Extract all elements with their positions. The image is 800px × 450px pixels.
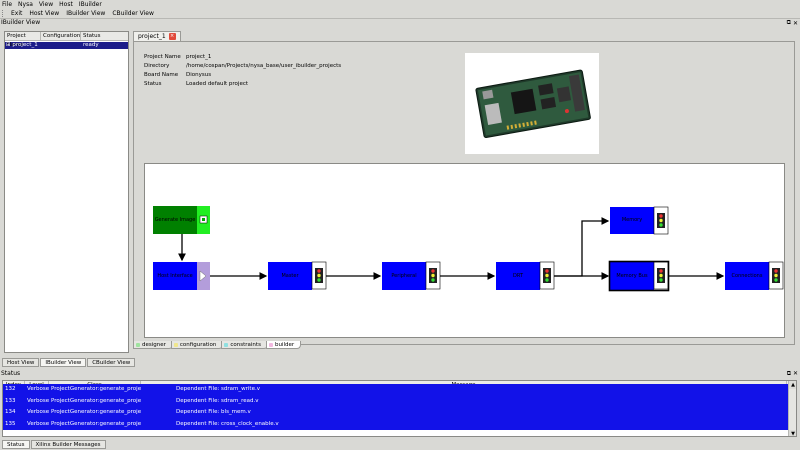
log-row[interactable]: 132 Verbose ProjectGenerator:generate_pr… <box>3 384 796 396</box>
info-key: Status <box>144 81 162 87</box>
log-index: 132 <box>5 386 16 392</box>
info-value: /home/cospan/Projects/nysa_base/user_ibu… <box>186 63 342 69</box>
log-index: 133 <box>5 397 16 404</box>
info-value: Loaded default project <box>186 81 249 87</box>
tab-host-view[interactable]: Host View <box>2 358 40 367</box>
main-tab-strip: project_1 × <box>133 31 181 41</box>
info-key: Directory <box>144 63 170 69</box>
tab-status[interactable]: Status <box>2 440 30 449</box>
configuration-icon <box>173 343 178 347</box>
log-class: ProjectGenerator:generate_project: <box>51 409 141 415</box>
designer-icon <box>136 343 140 347</box>
column-project-name[interactable]: Project Name <box>5 32 41 48</box>
project-configuration <box>41 42 81 49</box>
log-level: Verbose <box>27 409 49 415</box>
toolbar: Exit Host View IBuilder View CBuilder Vi… <box>0 9 800 19</box>
view-tabs: Host View IBuilder View CBuilder View <box>2 358 136 367</box>
host-interface-label[interactable]: Host Interface <box>153 262 197 290</box>
project-tabs: designer configuration constraints build… <box>133 341 302 349</box>
log-message: Dependent File: sdram_read.v <box>176 397 259 404</box>
scroll-down-icon[interactable]: ▼ <box>789 430 796 436</box>
generate-image-label[interactable]: Generate Image <box>153 206 197 234</box>
menu-nysa[interactable]: Nysa <box>18 1 33 8</box>
board-image <box>465 53 599 154</box>
info-value: Dionysus <box>186 72 212 78</box>
dock-title: IBuilder View <box>1 19 41 26</box>
log-level: Verbose <box>27 386 49 392</box>
expand-icon[interactable]: ⊞ <box>6 42 11 48</box>
project-tree[interactable]: Project Name Configuration Status ⊞ proj… <box>4 31 129 353</box>
connections-label[interactable]: Connections <box>725 262 769 290</box>
tab-label: constraints <box>230 342 261 348</box>
menu-bar: File Nysa View Host IBuilder <box>0 0 800 9</box>
float-icon[interactable]: ⧉ <box>787 19 791 27</box>
tab-project[interactable]: project_1 × <box>133 31 181 41</box>
cbuilder-view-button[interactable]: CBuilder View <box>112 10 154 17</box>
design-canvas[interactable]: Generate Image Host Interface Master Per… <box>144 163 785 338</box>
tab-ibuilder-view[interactable]: IBuilder View <box>40 358 87 367</box>
dock-buttons: ⧉ ✕ <box>787 19 798 27</box>
peripheral-label[interactable]: Peripheral <box>382 262 426 290</box>
tab-designer[interactable]: designer <box>133 341 173 349</box>
tab-cbuilder-view[interactable]: CBuilder View <box>87 358 136 367</box>
tab-label: designer <box>142 342 166 348</box>
tree-header: Project Name Configuration Status <box>5 32 128 48</box>
constraints-icon <box>224 343 229 347</box>
tab-xilinx-builder-messages[interactable]: Xilinx Builder Messages <box>30 440 106 449</box>
log-message: Dependent File: sdram_write.v <box>176 386 260 392</box>
status-title: Status <box>1 370 21 377</box>
status-log-table[interactable]: Index Level Class Message 132 Verbose Pr… <box>2 380 797 437</box>
log-row[interactable]: 133 Verbose ProjectGenerator:generate_pr… <box>3 395 796 407</box>
menu-view[interactable]: View <box>39 1 53 8</box>
master-label[interactable]: Master <box>268 262 312 290</box>
tab-builder[interactable]: builder <box>265 341 302 349</box>
column-configuration[interactable]: Configuration <box>41 32 81 40</box>
close-icon[interactable]: ✕ <box>793 20 798 27</box>
log-row[interactable]: 135 Verbose ProjectGenerator:generate_pr… <box>3 418 796 430</box>
tab-label: project_1 <box>138 33 166 40</box>
status-tabs: Status Xilinx Builder Messages <box>2 440 106 449</box>
project-panel: Project Name project_1 Directory/home/cos… <box>133 41 795 345</box>
toolbar-grip[interactable] <box>2 10 4 17</box>
menu-ibuilder[interactable]: IBuilder <box>79 1 102 8</box>
project-status: ready <box>83 42 99 48</box>
tab-label: configuration <box>179 342 217 348</box>
tree-row[interactable]: ⊞ project_1 ready <box>5 42 128 49</box>
project-name: project_1 <box>12 42 38 48</box>
menu-file[interactable]: File <box>2 1 12 8</box>
log-message: Dependent File: bls_mem.v <box>176 409 251 415</box>
menu-host[interactable]: Host <box>59 1 73 8</box>
builder-icon <box>268 343 273 347</box>
log-index: 134 <box>5 409 16 415</box>
status-dock-buttons: ⧉ ✕ <box>787 370 798 378</box>
log-index: 135 <box>5 420 16 427</box>
host-view-button[interactable]: Host View <box>29 10 59 17</box>
log-class: ProjectGenerator:generate_project: <box>51 386 141 392</box>
info-key: Board Name <box>144 72 179 78</box>
log-level: Verbose <box>27 397 49 404</box>
log-scrollbar[interactable]: ▲ ▼ <box>788 381 796 436</box>
ibuilder-view-button[interactable]: IBuilder View <box>66 10 105 17</box>
tab-close-icon[interactable]: × <box>168 33 176 40</box>
tab-configuration[interactable]: configuration <box>170 341 224 349</box>
info-value: project_1 <box>186 54 212 60</box>
memory-label[interactable]: Memory <box>610 207 654 234</box>
log-class: ProjectGenerator:generate_project: <box>51 397 141 404</box>
log-class: ProjectGenerator:generate_project: <box>51 420 141 427</box>
log-message: Dependent File: cross_clock_enable.v <box>176 420 279 427</box>
log-row[interactable]: 134 Verbose ProjectGenerator:generate_pr… <box>3 407 796 419</box>
log-level: Verbose <box>27 420 49 427</box>
float-icon[interactable]: ⧉ <box>787 370 791 377</box>
project-info: Project Name project_1 Directory/home/cos… <box>144 53 341 89</box>
column-status[interactable]: Status <box>81 32 128 40</box>
info-key: Project Name <box>144 54 181 60</box>
tab-label: builder <box>274 342 295 348</box>
close-icon[interactable]: ✕ <box>793 370 798 377</box>
tab-constraints[interactable]: constraints <box>221 341 268 349</box>
memory-bus-label[interactable]: Memory Bus <box>610 262 654 290</box>
exit-button[interactable]: Exit <box>11 10 22 17</box>
drt-label[interactable]: DRT <box>496 262 540 290</box>
scroll-up-icon[interactable]: ▲ <box>789 381 796 389</box>
